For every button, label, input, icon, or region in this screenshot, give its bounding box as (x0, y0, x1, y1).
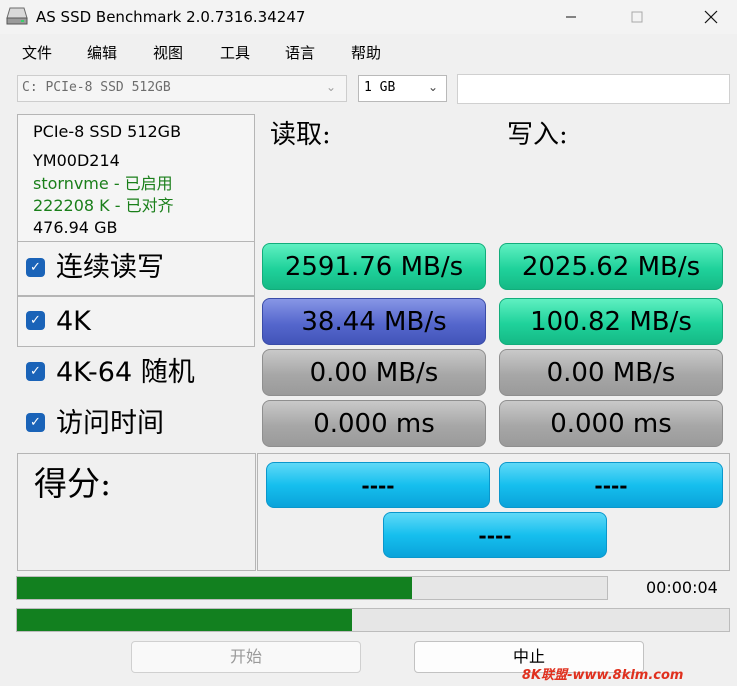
elapsed-time: 00:00:04 (646, 578, 718, 597)
result-seq-read: 2591.76 MB/s (262, 243, 486, 290)
ssd-drive-icon (6, 7, 28, 25)
score-total: ---- (383, 512, 607, 558)
chevron-down-icon: ⌄ (428, 80, 439, 94)
progress-overall-fill (17, 609, 352, 631)
drive-select[interactable]: C: PCIe-8 SSD 512GB (17, 75, 347, 102)
watermark-logo: 8K联盟-www.8klm.com (522, 667, 683, 683)
result-access-write: 0.000 ms (499, 400, 723, 447)
start-button[interactable]: 开始 (131, 641, 361, 673)
checkbox-4k64[interactable]: ✓ (26, 362, 45, 381)
close-button[interactable] (688, 0, 734, 34)
menu-help[interactable]: 帮助 (351, 42, 381, 64)
svg-text:8K联盟-www.8klm.com: 8K联盟-www.8klm.com (522, 667, 683, 683)
write-header: 写入: (507, 120, 568, 150)
minimize-button[interactable] (548, 0, 594, 34)
read-header: 读取: (270, 120, 331, 150)
result-4k-read: 38.44 MB/s (262, 298, 486, 345)
menu-tools[interactable]: 工具 (220, 42, 250, 64)
menu-language[interactable]: 语言 (285, 42, 315, 64)
menu-file[interactable]: 文件 (22, 42, 52, 64)
checkbox-4k[interactable]: ✓ (26, 311, 45, 330)
result-access-read: 0.000 ms (262, 400, 486, 447)
row-label-access-time: 访问时间 (56, 408, 164, 439)
drive-capacity: 476.94 GB (33, 218, 118, 237)
checkbox-access-time[interactable]: ✓ (26, 413, 45, 432)
maximize-button[interactable] (614, 0, 660, 34)
drive-model: PCIe-8 SSD 512GB (33, 122, 182, 141)
chevron-down-icon: ⌄ (326, 80, 337, 94)
status-field (457, 74, 730, 104)
row-label-4k64: 4K-64 随机 (56, 357, 195, 388)
result-4k-write: 100.82 MB/s (499, 298, 723, 345)
progress-overall (16, 608, 730, 632)
score-label: 得分: (34, 464, 112, 503)
menu-view[interactable]: 视图 (153, 42, 183, 64)
result-4k64-write: 0.00 MB/s (499, 349, 723, 396)
alignment-status: 222208 K - 已对齐 (33, 196, 174, 215)
score-read: ---- (266, 462, 490, 508)
result-seq-write: 2025.62 MB/s (499, 243, 723, 290)
result-4k64-read: 0.00 MB/s (262, 349, 486, 396)
row-4k (17, 296, 255, 347)
progress-current (16, 576, 608, 600)
progress-current-fill (17, 577, 413, 599)
menu-edit[interactable]: 编辑 (87, 42, 117, 64)
driver-status: stornvme - 已启用 (33, 174, 173, 193)
drive-firmware: YM00D214 (33, 151, 120, 170)
row-label-sequential: 连续读写 (56, 252, 164, 283)
checkbox-sequential[interactable]: ✓ (26, 258, 45, 277)
window-title: AS SSD Benchmark 2.0.7316.34247 (36, 8, 306, 26)
score-write: ---- (499, 462, 723, 508)
row-label-4k: 4K (56, 306, 91, 337)
